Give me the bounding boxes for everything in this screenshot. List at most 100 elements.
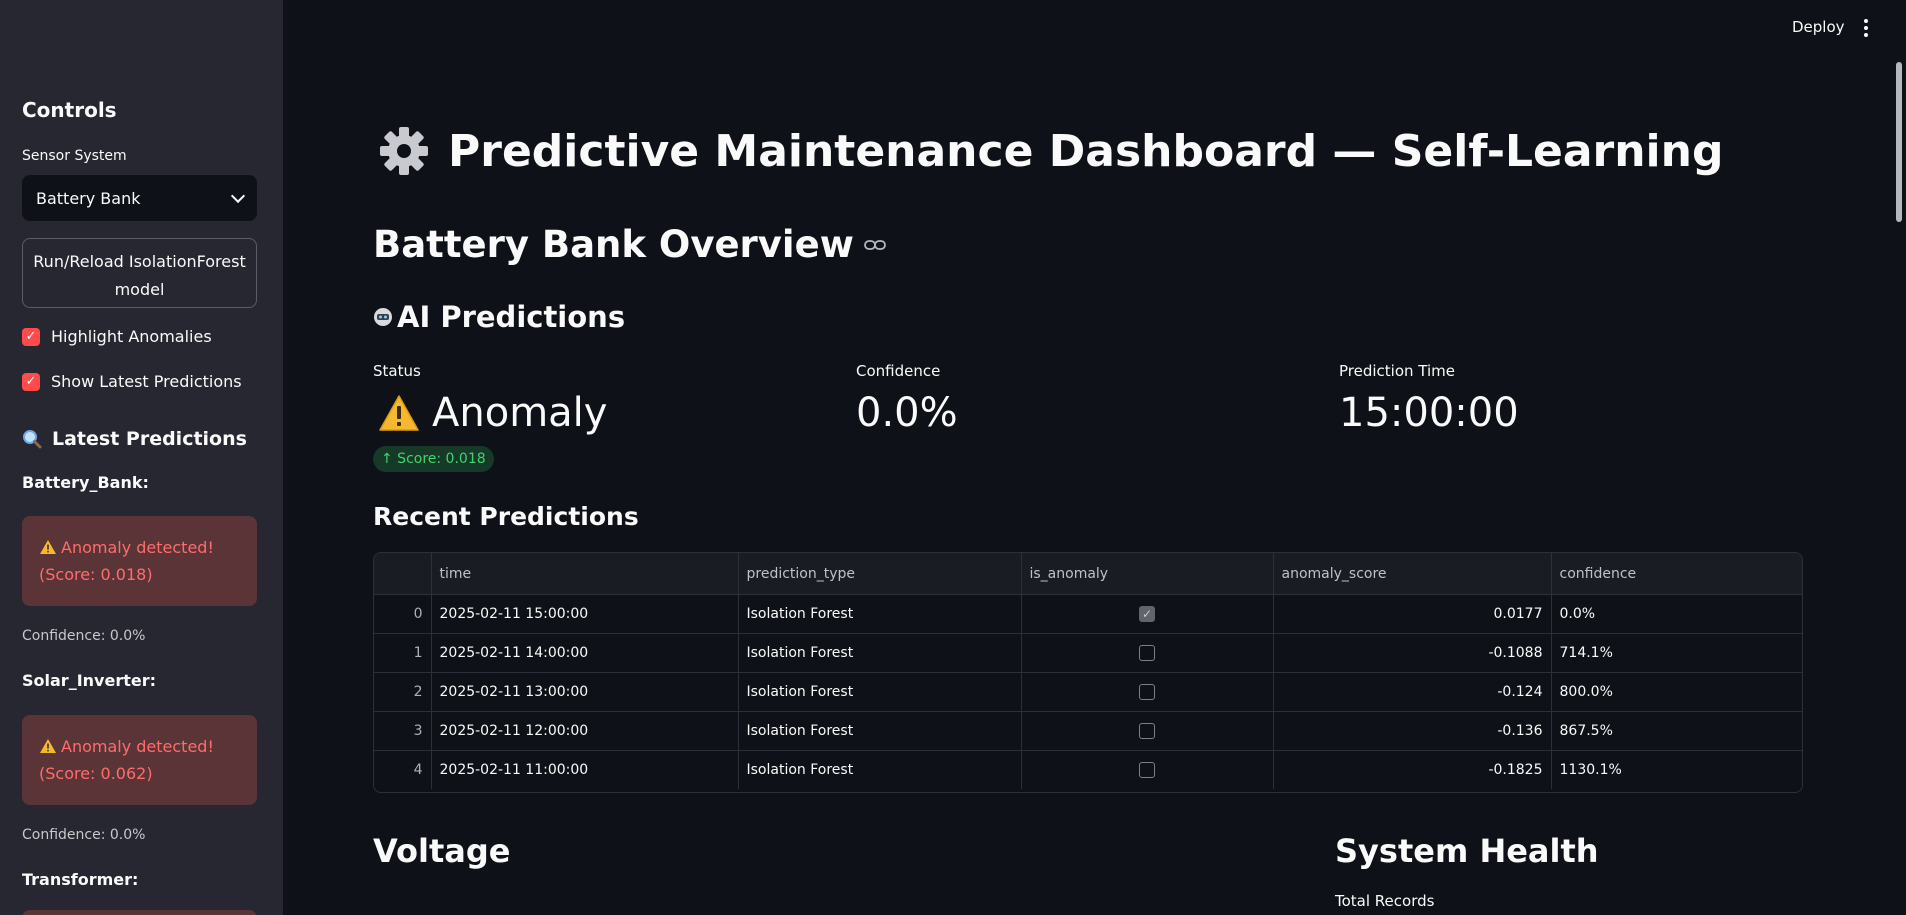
cell-time[interactable]: 2025-02-11 12:00:00 bbox=[431, 711, 739, 751]
cell-anomaly-score[interactable]: -0.136 bbox=[1273, 711, 1552, 751]
cell-time[interactable]: 2025-02-11 14:00:00 bbox=[431, 633, 739, 673]
status-value-text: Anomaly bbox=[432, 390, 608, 436]
row-index: 1 bbox=[374, 633, 432, 673]
cell-anomaly-score[interactable]: -0.1088 bbox=[1273, 633, 1552, 673]
cell-confidence[interactable]: 800.0% bbox=[1551, 672, 1802, 712]
cell-prediction-type[interactable]: Isolation Forest bbox=[738, 750, 1022, 789]
sensor-system-label: Sensor System bbox=[22, 148, 127, 164]
row-index: 2 bbox=[374, 672, 432, 712]
checkbox-checked[interactable]: ✓ bbox=[1139, 606, 1155, 622]
sidebar: Controls Sensor System Battery Bank Run/… bbox=[0, 0, 283, 915]
table-row[interactable]: 4 2025-02-11 11:00:00 Isolation Forest -… bbox=[374, 750, 1802, 790]
run-model-button[interactable]: Run/Reload IsolationForest model bbox=[22, 238, 257, 308]
warning-icon bbox=[40, 540, 56, 554]
checkbox-unchecked[interactable] bbox=[1139, 723, 1155, 739]
cell-prediction-type[interactable]: Isolation Forest bbox=[738, 711, 1022, 751]
cell-confidence[interactable]: 1130.1% bbox=[1551, 751, 1802, 790]
prediction-time-value: 15:00:00 bbox=[1339, 390, 1519, 436]
checkmark-icon: ✓ bbox=[22, 327, 40, 346]
checkbox-unchecked[interactable] bbox=[1139, 645, 1155, 661]
status-value: Anomaly bbox=[378, 390, 607, 436]
cell-confidence[interactable]: 867.5% bbox=[1551, 711, 1802, 751]
checkbox-unchecked[interactable] bbox=[1139, 684, 1155, 700]
latest-predictions-heading: Latest Predictions bbox=[22, 428, 247, 450]
row-index: 3 bbox=[374, 711, 432, 751]
voltage-heading: Voltage bbox=[373, 832, 511, 870]
warning-icon bbox=[40, 739, 56, 753]
score-delta-badge: ↑ Score: 0.018 bbox=[373, 446, 494, 472]
prediction-time-label: Prediction Time bbox=[1339, 362, 1455, 380]
column-header-is-anomaly[interactable]: is_anomaly bbox=[1021, 553, 1274, 595]
confidence-solar: Confidence: 0.0% bbox=[22, 827, 146, 843]
column-header-anomaly-score[interactable]: anomaly_score bbox=[1273, 553, 1552, 595]
table-row[interactable]: 3 2025-02-11 12:00:00 Isolation Forest -… bbox=[374, 711, 1802, 751]
table-header-row: time prediction_type is_anomaly anomaly_… bbox=[374, 553, 1802, 595]
system-name-battery: Battery_Bank: bbox=[22, 473, 149, 492]
cell-is-anomaly[interactable] bbox=[1021, 672, 1274, 712]
recent-predictions-heading: Recent Predictions bbox=[373, 502, 639, 531]
cell-prediction-type[interactable]: Isolation Forest bbox=[738, 672, 1022, 712]
cell-time[interactable]: 2025-02-11 13:00:00 bbox=[431, 672, 739, 712]
column-header-time[interactable]: time bbox=[431, 553, 739, 595]
ai-predictions-label: AI Predictions bbox=[397, 300, 626, 334]
total-records-label: Total Records bbox=[1335, 892, 1435, 910]
row-index: 4 bbox=[374, 750, 432, 789]
anomaly-alert-text: Anomaly detected! (Score: 0.062) bbox=[39, 737, 214, 783]
more-vert-icon[interactable] bbox=[1864, 19, 1868, 40]
anomaly-alert-transformer bbox=[22, 910, 257, 915]
anomaly-alert-battery: Anomaly detected! (Score: 0.018) bbox=[22, 516, 257, 606]
page-title-text: Predictive Maintenance Dashboard — Self-… bbox=[448, 125, 1724, 177]
cell-anomaly-score[interactable]: -0.124 bbox=[1273, 672, 1552, 712]
cell-is-anomaly[interactable]: ✓ bbox=[1021, 594, 1274, 634]
overview-heading-text: Battery Bank Overview bbox=[373, 223, 854, 266]
cell-anomaly-score[interactable]: 0.0177 bbox=[1273, 594, 1552, 634]
cell-confidence[interactable]: 0.0% bbox=[1551, 594, 1802, 634]
predictions-table[interactable]: time prediction_type is_anomaly anomaly_… bbox=[373, 552, 1803, 793]
cell-confidence[interactable]: 714.1% bbox=[1551, 633, 1802, 673]
scrollbar[interactable] bbox=[1896, 62, 1902, 222]
cell-is-anomaly[interactable] bbox=[1021, 750, 1274, 789]
column-header-prediction-type[interactable]: prediction_type bbox=[738, 553, 1022, 595]
anomaly-alert-text: Anomaly detected! (Score: 0.018) bbox=[39, 538, 214, 584]
status-label: Status bbox=[373, 362, 421, 380]
link-icon[interactable] bbox=[863, 238, 886, 252]
checkmark-icon: ✓ bbox=[22, 372, 40, 391]
cell-is-anomaly[interactable] bbox=[1021, 711, 1274, 751]
show-latest-predictions-checkbox[interactable]: ✓ Show Latest Predictions bbox=[22, 372, 242, 391]
confidence-value: 0.0% bbox=[856, 390, 958, 436]
sidebar-title: Controls bbox=[22, 98, 117, 122]
overview-heading: Battery Bank Overview bbox=[373, 223, 886, 266]
chevron-down-icon bbox=[230, 188, 246, 203]
cell-prediction-type[interactable]: Isolation Forest bbox=[738, 633, 1022, 673]
latest-predictions-label: Latest Predictions bbox=[52, 428, 247, 450]
page-title: Predictive Maintenance Dashboard — Self-… bbox=[378, 125, 1723, 177]
cell-is-anomaly[interactable] bbox=[1021, 633, 1274, 673]
show-latest-predictions-label: Show Latest Predictions bbox=[51, 372, 242, 391]
table-row[interactable]: 1 2025-02-11 14:00:00 Isolation Forest -… bbox=[374, 633, 1802, 673]
system-name-transformer: Transformer: bbox=[22, 870, 139, 889]
gear-icon bbox=[380, 127, 428, 175]
magnifier-icon bbox=[23, 430, 42, 449]
cell-time[interactable]: 2025-02-11 11:00:00 bbox=[431, 750, 739, 789]
robot-icon bbox=[374, 308, 392, 326]
highlight-anomalies-checkbox[interactable]: ✓ Highlight Anomalies bbox=[22, 327, 212, 346]
warning-icon bbox=[379, 395, 419, 431]
table-row[interactable]: 0 2025-02-11 15:00:00 Isolation Forest ✓… bbox=[374, 594, 1802, 634]
confidence-label: Confidence bbox=[856, 362, 941, 380]
ai-predictions-heading: AI Predictions bbox=[373, 300, 625, 334]
deploy-button[interactable]: Deploy bbox=[1792, 18, 1845, 36]
confidence-battery: Confidence: 0.0% bbox=[22, 628, 146, 644]
cell-time[interactable]: 2025-02-11 15:00:00 bbox=[431, 594, 739, 634]
row-index: 0 bbox=[374, 594, 432, 634]
sensor-system-select[interactable]: Battery Bank bbox=[22, 175, 257, 221]
table-row[interactable]: 2 2025-02-11 13:00:00 Isolation Forest -… bbox=[374, 672, 1802, 712]
checkbox-unchecked[interactable] bbox=[1139, 762, 1155, 778]
column-header-confidence[interactable]: confidence bbox=[1551, 553, 1802, 595]
system-health-heading: System Health bbox=[1335, 832, 1599, 870]
cell-anomaly-score[interactable]: -0.1825 bbox=[1273, 750, 1552, 789]
cell-prediction-type[interactable]: Isolation Forest bbox=[738, 594, 1022, 634]
highlight-anomalies-label: Highlight Anomalies bbox=[51, 327, 212, 346]
column-header-index[interactable] bbox=[374, 553, 432, 595]
sensor-system-value: Battery Bank bbox=[36, 188, 141, 208]
system-name-solar: Solar_Inverter: bbox=[22, 671, 156, 690]
